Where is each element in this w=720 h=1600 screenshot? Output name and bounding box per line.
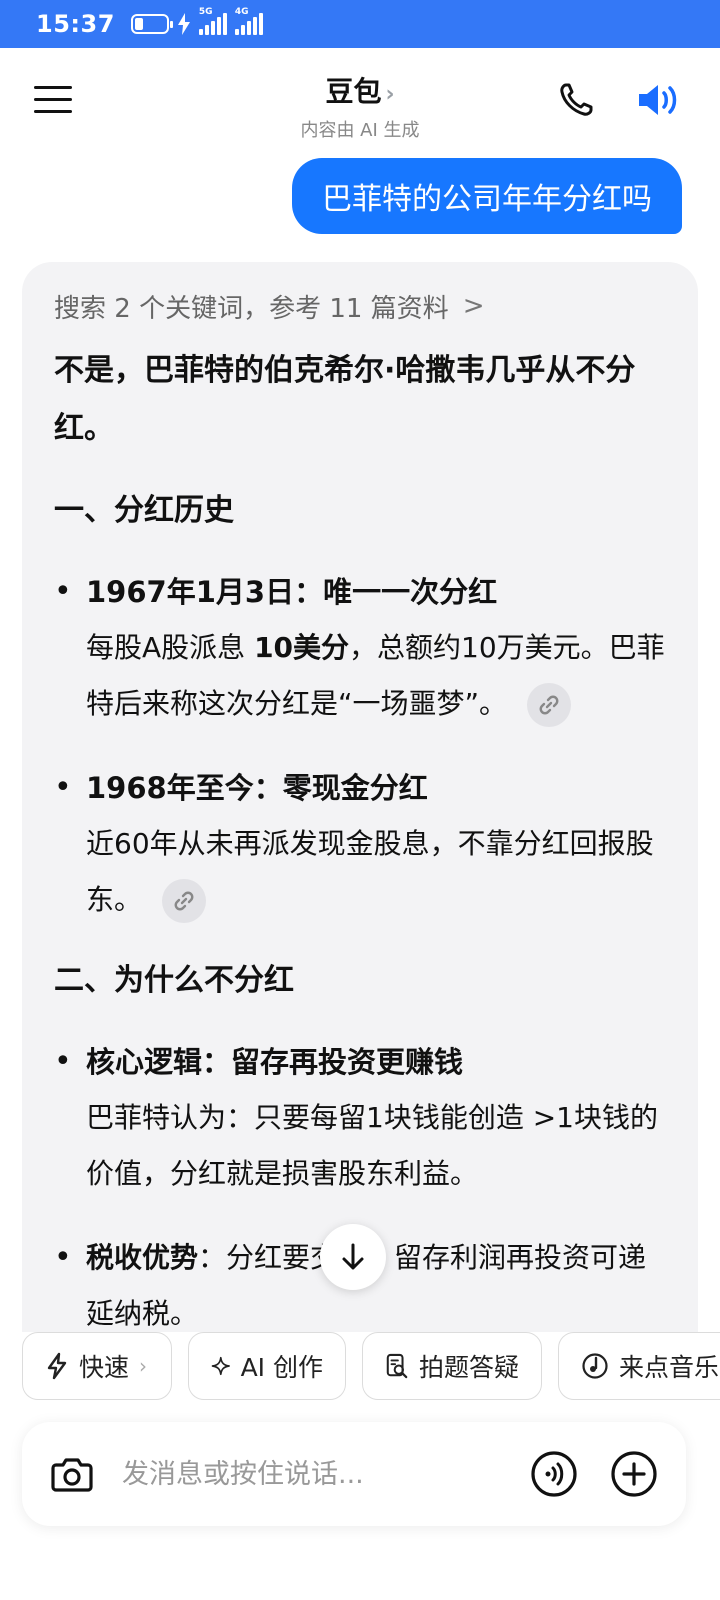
list-item: • 1967年1月3日：唯一一次分红 每股A股派息 10美分，总额约10万美元。… bbox=[54, 564, 668, 732]
phone-icon[interactable] bbox=[556, 80, 596, 120]
sparkle-icon bbox=[211, 1356, 230, 1376]
chevron-right-icon: › bbox=[139, 1354, 148, 1378]
chat-title-area[interactable]: 豆包 › 内容由 AI 生成 bbox=[0, 70, 720, 142]
battery-icon bbox=[130, 14, 173, 34]
list-item: • 1968年至今：零现金分红 近60年从未再派发现金股息，不靠分红回报股东。 bbox=[54, 760, 668, 928]
section-title: 二、为什么不分红 bbox=[54, 963, 294, 998]
signal-5g-icon: 5G bbox=[198, 7, 227, 35]
message-input[interactable] bbox=[122, 1444, 502, 1504]
camera-icon[interactable] bbox=[48, 1450, 96, 1498]
music-icon bbox=[582, 1353, 608, 1379]
list-item-title: 1968年至今：零现金分红 bbox=[86, 771, 428, 805]
status-icons: 5G 4G bbox=[130, 7, 263, 35]
answer-headline: 不是，巴菲特的伯克希尔·哈撒韦几乎从不分红。 bbox=[54, 353, 636, 446]
chat-header: 豆包 › 内容由 AI 生成 bbox=[0, 48, 720, 158]
link-icon bbox=[174, 891, 194, 911]
link-icon bbox=[539, 695, 559, 715]
chip-ai-create[interactable]: AI 创作 bbox=[188, 1332, 346, 1400]
search-references[interactable]: 搜索 2 个关键词，参考 11 篇资料 > bbox=[54, 284, 668, 328]
list-item-body: 近60年从未再派发现金股息，不靠分红回报股东。 bbox=[86, 816, 668, 928]
list-item-title: 核心逻辑：留存再投资更赚钱 bbox=[86, 1045, 464, 1079]
status-time: 15:37 bbox=[36, 10, 115, 38]
chat-title[interactable]: 豆包 › bbox=[0, 70, 720, 110]
chip-photo-question[interactable]: 拍题答疑 bbox=[362, 1332, 542, 1400]
arrow-down-icon bbox=[342, 1243, 364, 1270]
list-item-title: 1967年1月3日：唯一一次分红 bbox=[86, 575, 498, 609]
chip-music[interactable]: 来点音乐 bbox=[558, 1332, 720, 1400]
voice-icon[interactable] bbox=[530, 1450, 578, 1498]
list-item: • 核心逻辑：留存再投资更赚钱 巴菲特认为：只要每留1块钱能创造 >1块钱的价值… bbox=[54, 1034, 668, 1202]
list-item-body: 每股A股派息 10美分，总额约10万美元。巴菲特后来称这次分红是“一场噩梦”。 bbox=[86, 620, 668, 732]
chip-fast[interactable]: 快速 › bbox=[22, 1332, 172, 1400]
answer-card: 搜索 2 个关键词，参考 11 篇资料 > 不是，巴菲特的伯克希尔·哈撒韦几乎从… bbox=[22, 262, 698, 1332]
chevron-right-icon: › bbox=[385, 82, 395, 107]
section-title: 一、分红历史 bbox=[54, 493, 234, 528]
scroll-to-bottom-button[interactable] bbox=[320, 1224, 386, 1290]
chevron-right-icon: > bbox=[462, 291, 485, 321]
user-message-bubble[interactable]: 巴菲特的公司年年分红吗 bbox=[292, 158, 682, 234]
scan-question-icon bbox=[386, 1353, 408, 1379]
speaker-icon[interactable] bbox=[636, 80, 682, 120]
charging-icon bbox=[177, 13, 190, 35]
plus-icon[interactable] bbox=[610, 1450, 658, 1498]
list-item-body: 巴菲特认为：只要每留1块钱能创造 >1块钱的价值，分红就是损害股东利益。 bbox=[86, 1101, 658, 1190]
reference-link-button[interactable] bbox=[162, 879, 207, 923]
message-input-bar bbox=[22, 1422, 686, 1526]
chat-subtitle: 内容由 AI 生成 bbox=[300, 120, 420, 141]
quick-actions: 快速 › AI 创作 拍题答疑 来点音乐 bbox=[22, 1332, 720, 1402]
signal-4g-icon: 4G bbox=[234, 7, 263, 35]
status-bar: 15:37 5G 4G bbox=[0, 0, 720, 48]
lightning-icon bbox=[47, 1352, 67, 1380]
reference-link-button[interactable] bbox=[527, 683, 572, 727]
